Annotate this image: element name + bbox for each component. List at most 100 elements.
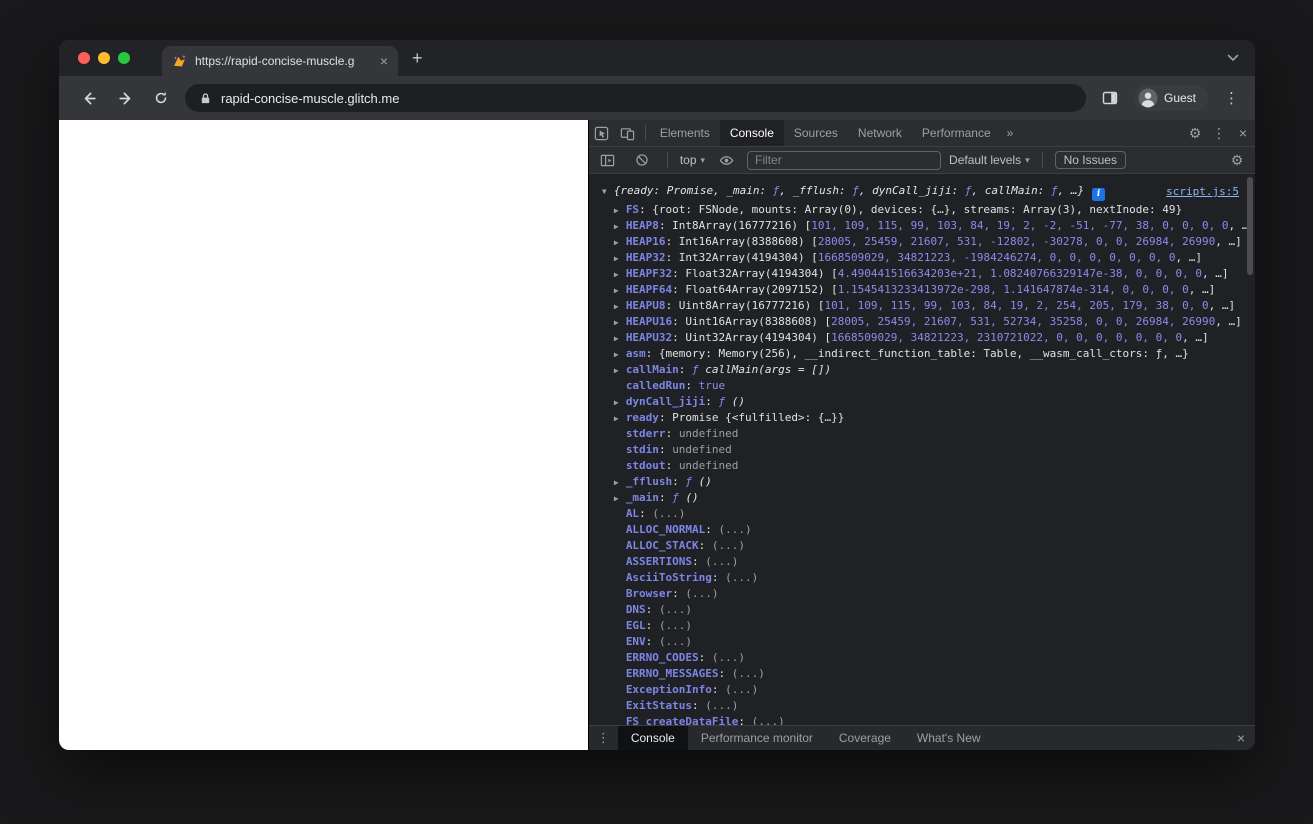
- drawer-tab-whats-new[interactable]: What's New: [904, 726, 994, 750]
- console-row[interactable]: ALLOC_STACK: (...): [589, 538, 1255, 554]
- console-row[interactable]: AL: (...): [589, 506, 1255, 522]
- console-scrollbar[interactable]: [1245, 175, 1255, 725]
- console-row[interactable]: FS_createDataFile: (...): [589, 714, 1255, 725]
- drawer-tab-performance-monitor[interactable]: Performance monitor: [688, 726, 826, 750]
- console-row[interactable]: ERRNO_MESSAGES: (...): [589, 666, 1255, 682]
- expand-triangle-icon[interactable]: ▶: [614, 203, 626, 218]
- tab-sources[interactable]: Sources: [784, 120, 848, 146]
- profile-button[interactable]: Guest: [1133, 85, 1208, 111]
- side-panel-icon[interactable]: [1098, 86, 1122, 110]
- minimize-window-button[interactable]: [98, 52, 110, 64]
- console-row[interactable]: DNS: (...): [589, 602, 1255, 618]
- console-row[interactable]: ▶ HEAP8: Int8Array(16777216) [101, 109, 1…: [589, 218, 1255, 234]
- console-row[interactable]: EGL: (...): [589, 618, 1255, 634]
- console-row[interactable]: ▶ HEAPU16: Uint16Array(8388608) [28005, 2…: [589, 314, 1255, 330]
- expand-triangle-icon[interactable]: ▶: [614, 299, 626, 314]
- inspect-element-icon[interactable]: [589, 120, 615, 146]
- tab-network[interactable]: Network: [848, 120, 912, 146]
- scrollbar-thumb[interactable]: [1247, 177, 1253, 275]
- console-row[interactable]: ▼ {ready: Promise, _main: ƒ, _fflush: ƒ, …: [589, 183, 1255, 202]
- expand-triangle-icon[interactable]: ▶: [614, 491, 626, 506]
- console-token: 1668509029, 34821223, -1984246274, 0, 0,…: [817, 251, 1176, 264]
- console-row[interactable]: ERRNO_CODES: (...): [589, 650, 1255, 666]
- log-levels-dropdown[interactable]: Default levels ▾: [949, 153, 1030, 167]
- console-row[interactable]: ▶ HEAPU8: Uint8Array(16777216) [101, 109,…: [589, 298, 1255, 314]
- new-tab-button[interactable]: +: [412, 49, 423, 67]
- address-bar[interactable]: rapid-concise-muscle.glitch.me: [185, 84, 1086, 112]
- console-token: EGL: [625, 619, 646, 632]
- info-badge-icon[interactable]: i: [1092, 188, 1106, 201]
- console-row[interactable]: ▶ callMain: ƒ callMain(args = []): [589, 362, 1255, 378]
- expand-triangle-icon[interactable]: ▶: [614, 219, 626, 234]
- reload-button[interactable]: [149, 86, 173, 110]
- console-token: , …}: [1057, 184, 1085, 197]
- console-row[interactable]: ExceptionInfo: (...): [589, 682, 1255, 698]
- live-expression-eye-icon[interactable]: [713, 147, 739, 173]
- console-row[interactable]: ▶ ready: Promise {<fulfilled>: {…}}: [589, 410, 1255, 426]
- console-row[interactable]: ▶ HEAPU32: Uint32Array(4194304) [16685090…: [589, 330, 1255, 346]
- drawer-menu-kebab-icon[interactable]: ⋮: [589, 730, 618, 746]
- devtools-menu-kebab-icon[interactable]: ⋮: [1207, 125, 1231, 142]
- console-token: (): [731, 395, 746, 408]
- drawer-tab-console[interactable]: Console: [617, 726, 688, 750]
- expand-triangle-icon[interactable]: ▶: [614, 363, 626, 378]
- console-token: stdin: [625, 443, 659, 456]
- console-row[interactable]: ▶ HEAP16: Int16Array(8388608) [28005, 254…: [589, 234, 1255, 250]
- console-row[interactable]: ASSERTIONS: (...): [589, 554, 1255, 570]
- console-row[interactable]: AsciiToString: (...): [589, 570, 1255, 586]
- back-button[interactable]: [77, 86, 101, 110]
- console-token: :: [645, 619, 659, 632]
- expand-triangle-icon[interactable]: ▶: [614, 395, 626, 410]
- expand-triangle-icon[interactable]: ▶: [614, 267, 626, 282]
- expand-triangle-icon[interactable]: ▶: [614, 283, 626, 298]
- tab-search-chevron-icon[interactable]: [1227, 54, 1239, 62]
- console-row[interactable]: ALLOC_NORMAL: (...): [589, 522, 1255, 538]
- forward-button[interactable]: [113, 86, 137, 110]
- expand-triangle-icon[interactable]: ▶: [614, 331, 626, 346]
- drawer-close-icon[interactable]: ×: [1227, 730, 1255, 746]
- console-row[interactable]: ▶ dynCall_jiji: ƒ (): [589, 394, 1255, 410]
- expand-triangle-icon[interactable]: ▶: [614, 251, 626, 266]
- devtools-panel: Elements Console Sources Network Perform…: [587, 120, 1255, 750]
- more-tabs-icon[interactable]: »: [1001, 126, 1020, 140]
- devtools-settings-gear-icon[interactable]: ⚙: [1183, 125, 1207, 142]
- expand-triangle-icon[interactable]: ▶: [614, 475, 626, 490]
- tab-close-icon[interactable]: ×: [378, 54, 390, 68]
- console-token: ALLOC_STACK: [625, 539, 699, 552]
- close-window-button[interactable]: [78, 52, 90, 64]
- expand-triangle-icon[interactable]: ▶: [614, 315, 626, 330]
- console-row[interactable]: ▶ _fflush: ƒ (): [589, 474, 1255, 490]
- fullscreen-window-button[interactable]: [118, 52, 130, 64]
- console-row[interactable]: ▶ asm: {memory: Memory(256), __indirect_f…: [589, 346, 1255, 362]
- console-row: stdout: undefined: [589, 458, 1255, 474]
- expand-triangle-icon[interactable]: ▶: [614, 235, 626, 250]
- console-row[interactable]: ▶ HEAP32: Int32Array(4194304) [1668509029…: [589, 250, 1255, 266]
- console-sidebar-icon[interactable]: [595, 147, 621, 173]
- console-token: FS_createDataFile: [625, 715, 739, 725]
- console-row[interactable]: Browser: (...): [589, 586, 1255, 602]
- drawer-tab-coverage[interactable]: Coverage: [826, 726, 904, 750]
- console-row[interactable]: ▶ HEAPF32: Float32Array(4194304) [4.49044…: [589, 266, 1255, 282]
- devtools-close-icon[interactable]: ×: [1231, 125, 1255, 141]
- console-filter-input[interactable]: [747, 150, 942, 170]
- browser-tab[interactable]: https://rapid-concise-muscle.g ×: [162, 46, 398, 76]
- expand-triangle-icon[interactable]: ▼: [602, 184, 614, 200]
- console-settings-gear-icon[interactable]: ⚙: [1225, 152, 1249, 169]
- no-issues-button[interactable]: No Issues: [1054, 151, 1126, 169]
- tab-console[interactable]: Console: [719, 120, 784, 146]
- clear-console-icon[interactable]: [629, 147, 655, 173]
- console-row[interactable]: ▶ FS: {root: FSNode, mounts: Array(0), de…: [589, 202, 1255, 218]
- console-row[interactable]: ENV: (...): [589, 634, 1255, 650]
- source-link[interactable]: script.js:5: [1166, 184, 1239, 200]
- expand-triangle-icon[interactable]: ▶: [614, 347, 626, 362]
- console-row[interactable]: ExitStatus: (...): [589, 698, 1255, 714]
- browser-menu-kebab-icon[interactable]: ⋮: [1220, 89, 1243, 107]
- context-selector[interactable]: top ▾: [680, 153, 705, 167]
- expand-triangle-icon[interactable]: ▶: [614, 411, 626, 426]
- console-token: (...): [652, 507, 686, 520]
- device-toolbar-icon[interactable]: [615, 120, 641, 146]
- tab-performance[interactable]: Performance: [912, 120, 1001, 146]
- console-row[interactable]: ▶ HEAPF64: Float64Array(2097152) [1.15454…: [589, 282, 1255, 298]
- tab-elements[interactable]: Elements: [650, 120, 720, 146]
- console-row[interactable]: ▶ _main: ƒ (): [589, 490, 1255, 506]
